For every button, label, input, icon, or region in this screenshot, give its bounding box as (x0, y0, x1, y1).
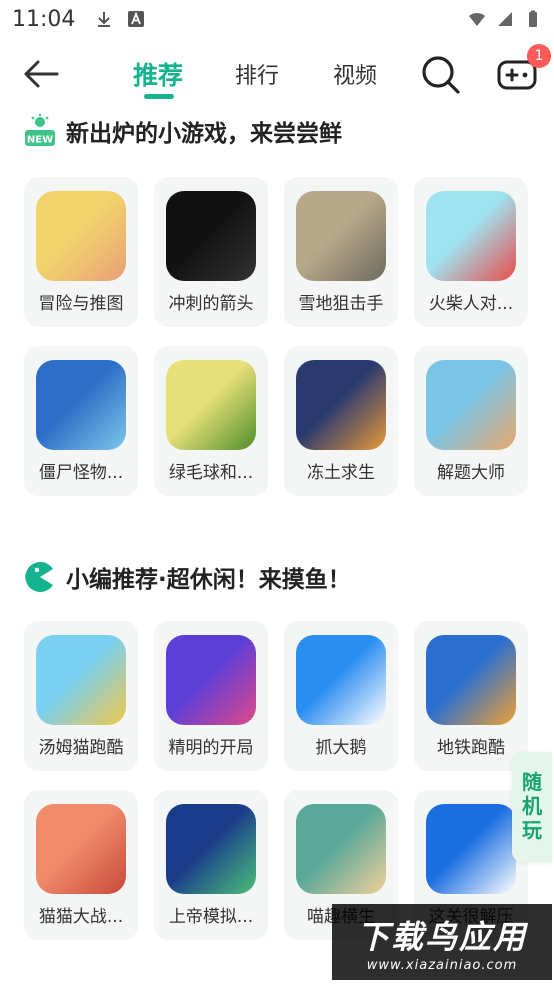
game-card[interactable]: 冒险与推图 (24, 177, 138, 327)
game-icon (166, 191, 256, 281)
game-card[interactable]: 上帝模拟... (154, 790, 268, 940)
game-icon (166, 804, 256, 894)
notification-badge: 1 (527, 44, 551, 68)
section-title: 小编推荐·超休闲！来摸鱼！ (66, 567, 351, 593)
signal-icon (498, 12, 512, 26)
wifi-icon (469, 12, 485, 26)
game-icon (426, 191, 516, 281)
game-icon (296, 360, 386, 450)
pacman-icon (25, 562, 53, 592)
game-name: 抓大鹅 (315, 738, 367, 758)
download-icon (98, 12, 111, 27)
game-name: 绿毛球和... (168, 463, 254, 483)
game-name: 上帝模拟... (168, 907, 254, 927)
game-icon (296, 191, 386, 281)
game-icon (426, 360, 516, 450)
notification-a-icon (128, 11, 145, 27)
tab-ranking[interactable]: 排行 (235, 58, 279, 90)
search-icon (422, 56, 460, 94)
new-badge-icon: NEW (25, 114, 55, 146)
game-card[interactable]: 猫猫大战... (24, 790, 138, 940)
game-name: 猫猫大战... (38, 907, 124, 927)
game-name: 汤姆猫跑酷 (38, 738, 124, 758)
game-icon (36, 635, 126, 725)
game-card[interactable]: 精明的开局 (154, 621, 268, 771)
game-icon (296, 804, 386, 894)
section-header-new-games: NEW 新出炉的小游戏，来尝尝鲜 (24, 114, 342, 148)
section-title: 新出炉的小游戏，来尝尝鲜 (66, 121, 342, 147)
game-card[interactable]: 僵尸怪物... (24, 346, 138, 496)
back-arrow-icon (24, 60, 59, 88)
game-icon (296, 635, 386, 725)
game-card[interactable]: 解题大师 (414, 346, 528, 496)
game-icon (166, 635, 256, 725)
game-card[interactable]: 抓大鹅 (284, 621, 398, 771)
game-name: 地铁跑酷 (437, 738, 505, 758)
game-card[interactable]: 绿毛球和... (154, 346, 268, 496)
game-name: 精明的开局 (168, 738, 254, 758)
game-icon (36, 191, 126, 281)
game-name: 冻土求生 (307, 463, 375, 483)
tab-recommend[interactable]: 推荐 (133, 56, 183, 92)
game-name: 冲刺的箭头 (168, 294, 254, 314)
top-nav: 推荐 排行 视频 (0, 38, 554, 110)
random-play-label: 随机玩 (522, 770, 542, 842)
status-bar: 11:04 (0, 0, 554, 38)
game-card[interactable]: 冻土求生 (284, 346, 398, 496)
back-button[interactable] (18, 54, 64, 94)
game-icon (426, 804, 516, 894)
game-icon (36, 804, 126, 894)
game-name: 雪地狙击手 (298, 294, 384, 314)
game-name: 僵尸怪物... (38, 463, 124, 483)
battery-icon (529, 10, 537, 27)
game-name: 解题大师 (437, 463, 505, 483)
game-name: 火柴人对... (428, 294, 514, 314)
tab-video[interactable]: 视频 (333, 58, 377, 90)
status-time: 11:04 (12, 6, 76, 32)
game-name: 冒险与推图 (38, 294, 124, 314)
section-header-editor-picks: 小编推荐·超休闲！来摸鱼！ (24, 560, 351, 594)
watermark-url: www.xiazainiao.com (366, 957, 518, 973)
game-icon (426, 635, 516, 725)
random-play-button[interactable]: 随机玩 (512, 752, 552, 862)
game-icon (36, 360, 126, 450)
game-card[interactable]: 汤姆猫跑酷 (24, 621, 138, 771)
game-card[interactable]: 地铁跑酷 (414, 621, 528, 771)
search-button[interactable] (418, 52, 464, 98)
watermark: 下载鸟应用 www.xiazainiao.com (332, 904, 552, 980)
new-badge-text: NEW (27, 135, 53, 146)
game-icon (166, 360, 256, 450)
watermark-text: 下载鸟应用 (356, 917, 527, 956)
tab-active-indicator (144, 94, 174, 99)
game-card[interactable]: 雪地狙击手 (284, 177, 398, 327)
game-card[interactable]: 火柴人对... (414, 177, 528, 327)
game-card[interactable]: 冲刺的箭头 (154, 177, 268, 327)
